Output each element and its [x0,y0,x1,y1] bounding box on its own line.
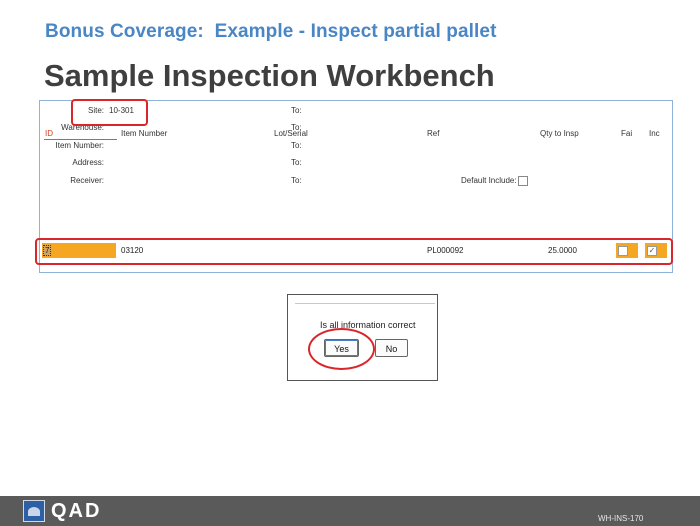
dialog-divider [295,303,435,304]
receiver-to-label: To: [291,176,302,185]
slide-subtitle: Bonus Coverage: Example - Inspect partia… [45,21,497,42]
default-include-checkbox[interactable] [518,176,528,186]
col-header-inc: Inc [649,129,660,138]
footer-bar [0,496,700,526]
item-number-to-label: To: [291,141,302,150]
col-header-lot-serial: Lot/Serial [274,129,308,138]
default-include-label: Default Include: [461,176,517,185]
col-header-fail: Fai [621,129,633,138]
site-to-label: To: [291,106,302,115]
site-highlight [71,99,148,126]
col-header-id: ID [45,129,53,138]
receiver-label: Receiver: [70,176,104,185]
slide-title: Sample Inspection Workbench [44,58,495,93]
address-label: Address: [72,158,104,167]
item-number-label: Item Number: [55,141,104,150]
id-header-underline [44,139,117,140]
col-header-item-number: Item Number [121,129,168,138]
qad-logo-icon [23,500,45,522]
address-to-label: To: [291,158,302,167]
no-button[interactable]: No [375,339,408,357]
col-header-ref: Ref [427,129,440,138]
qad-logo-text: QAD [51,500,102,522]
row-highlight [35,238,673,265]
yes-highlight-circle [308,328,375,370]
col-header-qty-to-insp: Qty to Insp [540,129,579,138]
slide-code: WH-INS-170 [598,514,644,523]
